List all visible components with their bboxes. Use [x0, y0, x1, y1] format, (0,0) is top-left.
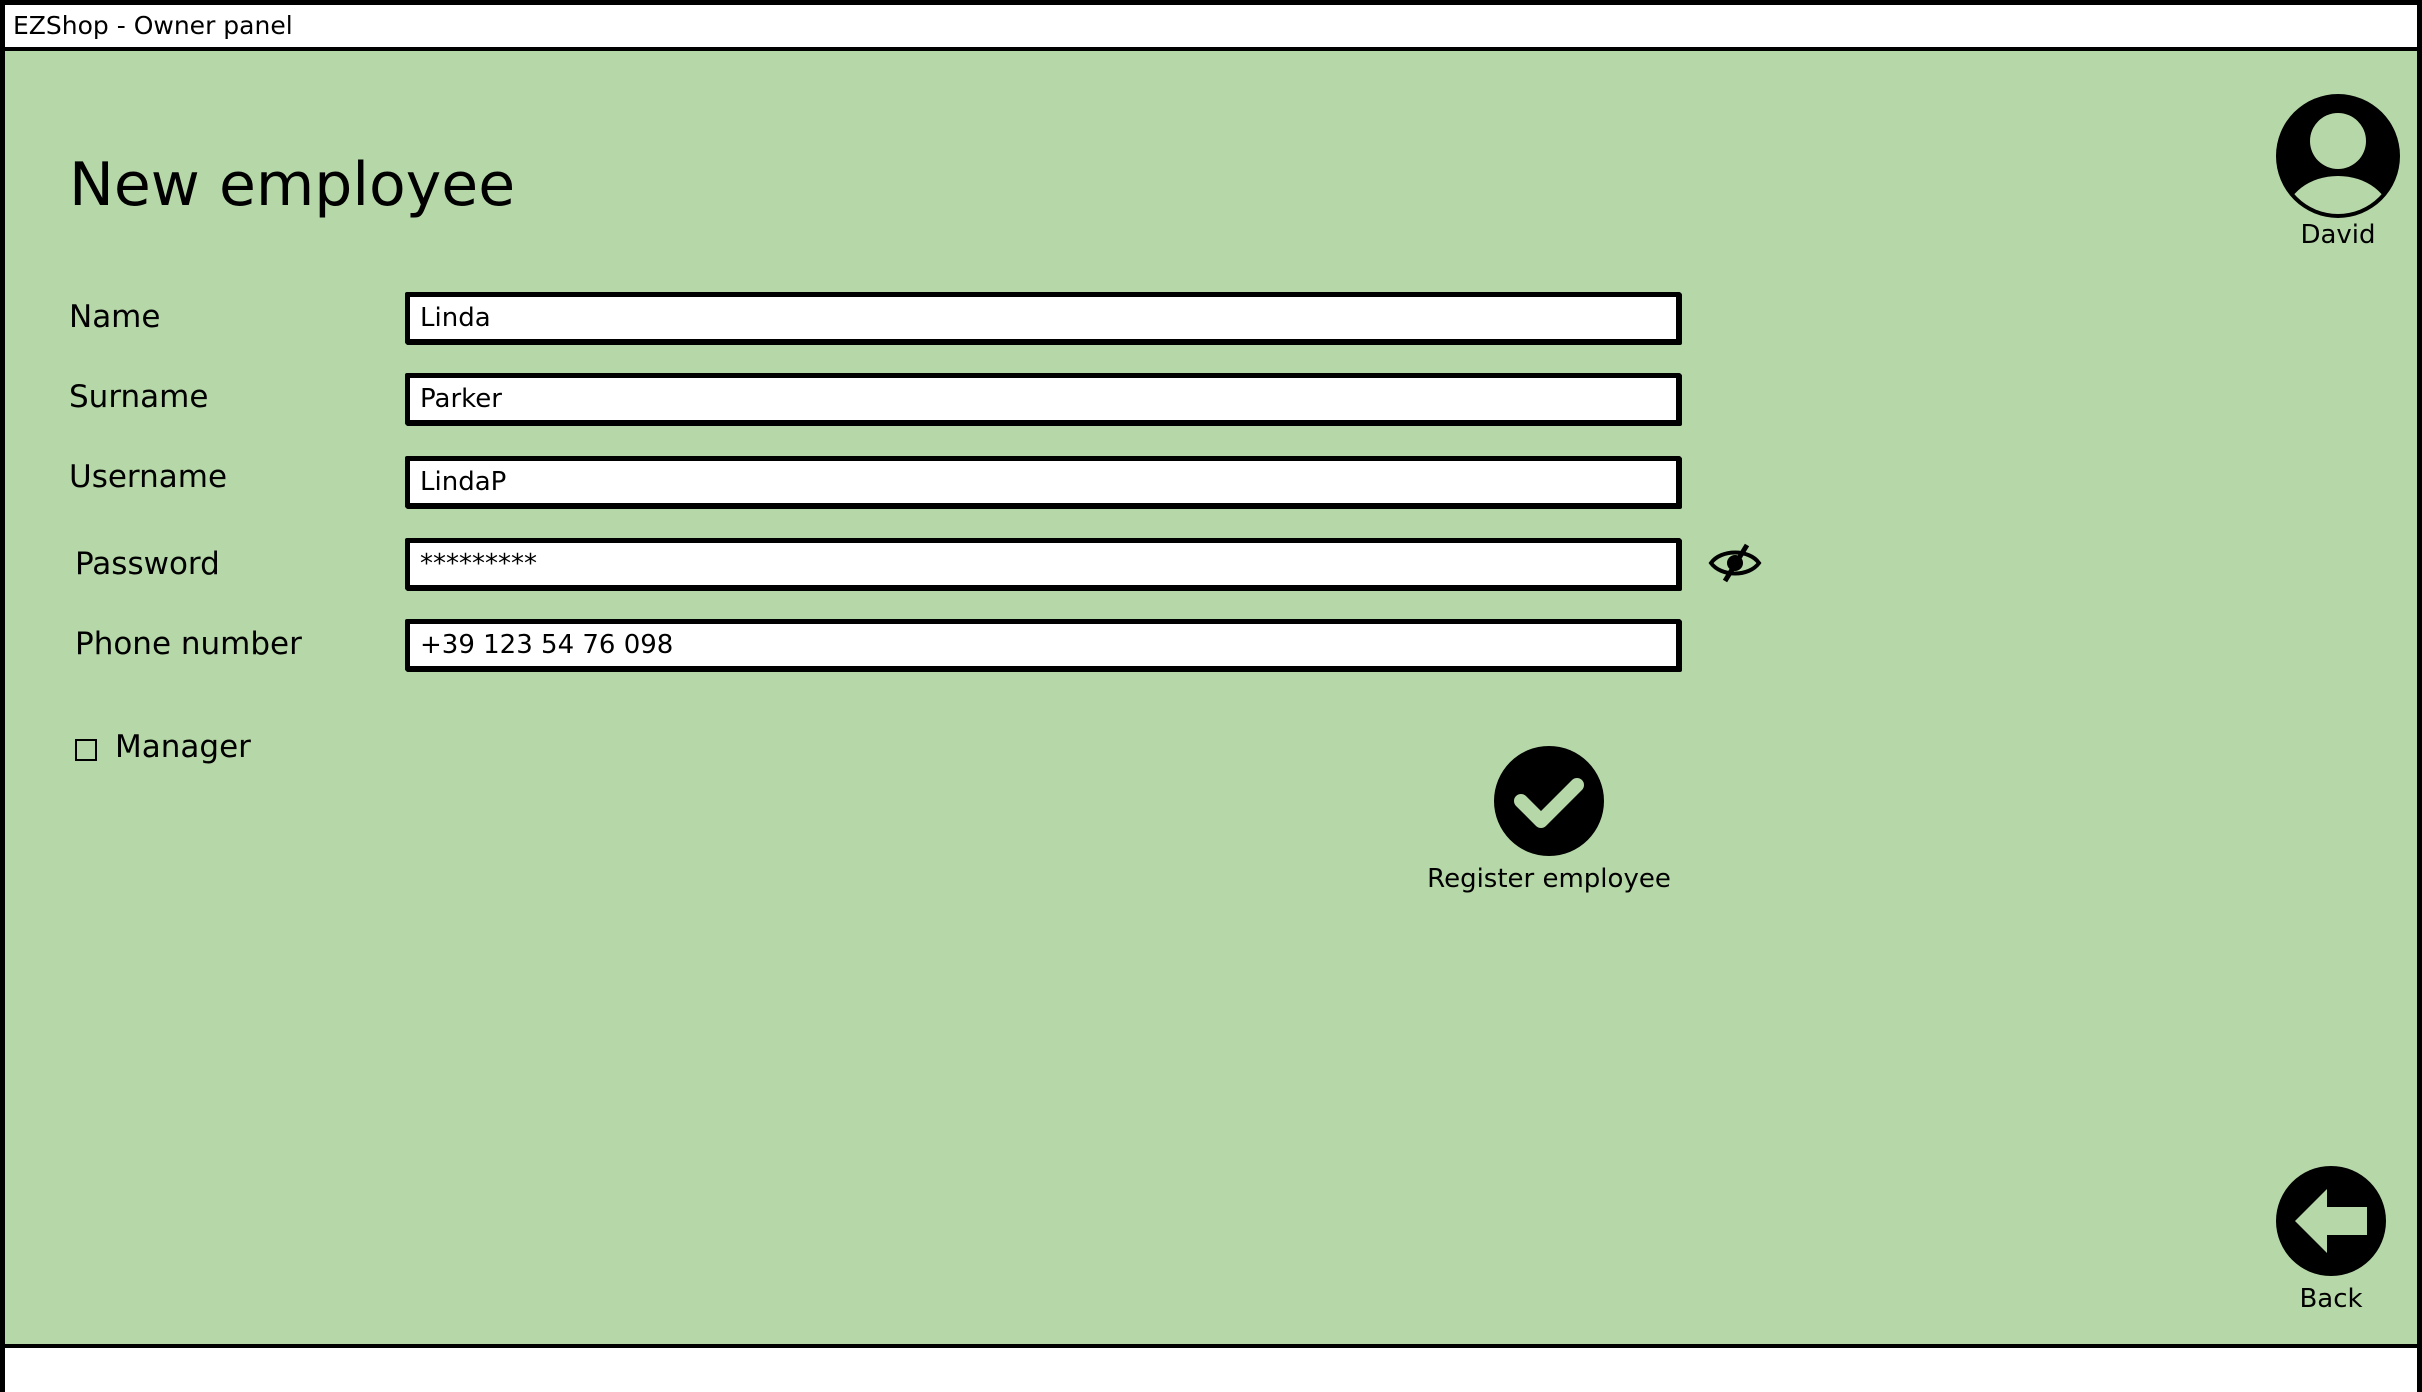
main-content: New employee David Name Surname Username…: [5, 51, 2417, 1348]
user-name: David: [2300, 220, 2376, 250]
phone-input[interactable]: [405, 619, 1681, 671]
phone-label: Phone number: [75, 626, 302, 662]
name-label: Name: [69, 299, 161, 335]
password-label: Password: [75, 546, 220, 582]
page-title: New employee: [69, 150, 516, 221]
manager-checkbox[interactable]: [75, 739, 97, 761]
back-label: Back: [2299, 1284, 2363, 1314]
manager-label: Manager: [115, 729, 251, 765]
user-avatar-icon[interactable]: [2273, 91, 2403, 221]
register-employee-button[interactable]: [1493, 745, 1605, 857]
status-bar: [5, 1348, 2417, 1392]
surname-input[interactable]: [405, 373, 1681, 425]
surname-label: Surname: [69, 379, 209, 415]
register-employee-label: Register employee: [1427, 864, 1671, 894]
app-window: EZShop - Owner panel New employee David …: [0, 0, 2422, 1392]
back-button[interactable]: [2275, 1165, 2387, 1277]
name-input[interactable]: [405, 292, 1681, 344]
eye-slash-icon[interactable]: [1707, 541, 1763, 585]
title-bar: EZShop - Owner panel: [5, 5, 2417, 51]
window-title: EZShop - Owner panel: [13, 11, 293, 40]
username-label: Username: [69, 459, 228, 495]
password-input[interactable]: [405, 538, 1681, 590]
username-input[interactable]: [405, 456, 1681, 508]
